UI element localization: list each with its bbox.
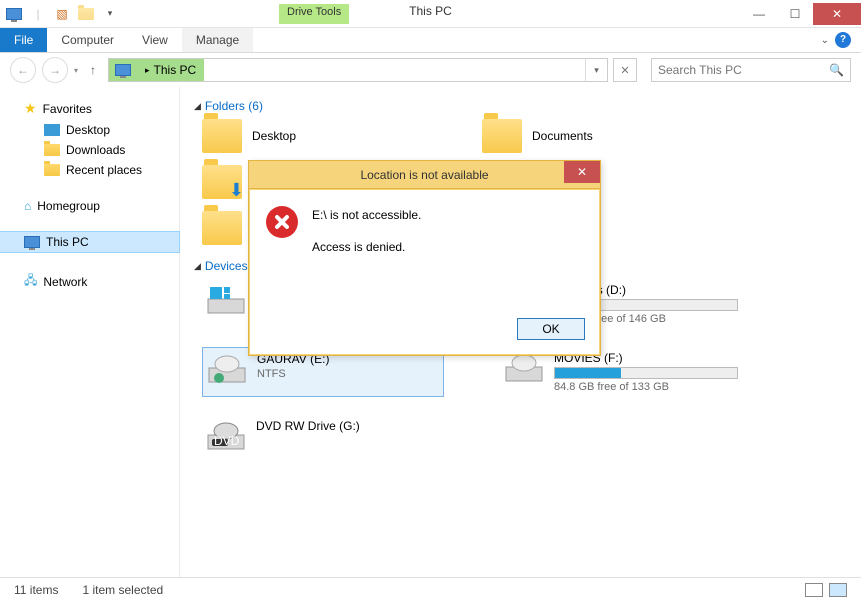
tree-homegroup[interactable]: ⌂ Homegroup — [0, 196, 179, 216]
tree-downloads[interactable]: Downloads — [0, 140, 179, 160]
tab-file[interactable]: File — [0, 28, 47, 52]
dialog-titlebar[interactable]: Location is not available ✕ — [249, 161, 600, 189]
tree-this-pc[interactable]: This PC — [0, 231, 180, 253]
search-icon[interactable]: 🔍 — [829, 63, 844, 77]
history-dropdown-icon[interactable]: ▾ — [74, 66, 78, 75]
app-icon — [4, 4, 24, 24]
details-view-button[interactable] — [805, 583, 823, 597]
error-icon — [266, 206, 298, 238]
tree-label: Recent places — [66, 163, 142, 177]
dvd-icon: DVD — [206, 419, 246, 453]
folder-icon — [44, 164, 60, 176]
drive-free-label: 84.8 GB free of 133 GB — [554, 381, 738, 393]
title-bar: | ▧ ▾ Drive Tools This PC — ☐ ✕ — [0, 0, 861, 28]
homegroup-icon: ⌂ — [24, 199, 31, 213]
tree-label: Network — [43, 275, 87, 289]
status-bar: 11 items 1 item selected — [0, 577, 861, 601]
pc-icon — [24, 236, 40, 248]
window-controls: — ☐ ✕ — [741, 3, 861, 25]
drive-icon — [206, 283, 246, 317]
star-icon: ★ — [24, 100, 37, 117]
drive-icon — [504, 351, 544, 385]
window-title: This PC — [0, 4, 861, 18]
section-label: Devices and drives (5) — [205, 259, 249, 273]
drive-icon — [207, 352, 247, 386]
error-dialog: Location is not available ✕ E:\ is not a… — [248, 160, 601, 356]
network-icon: 🖧 — [24, 271, 37, 292]
quick-access-toolbar: | ▧ ▾ — [0, 0, 124, 27]
tab-manage[interactable]: Manage — [182, 28, 253, 52]
folder-icon — [44, 144, 60, 156]
status-item-count: 11 items — [14, 583, 58, 597]
status-selected-count: 1 item selected — [82, 583, 163, 597]
navigation-pane: ★ Favorites Desktop Downloads Recent plac… — [0, 87, 180, 577]
dialog-message-2: Access is denied. — [312, 240, 421, 254]
address-crumb[interactable]: ▸This PC — [137, 59, 204, 81]
tree-label: Favorites — [43, 102, 92, 116]
section-label: Folders (6) — [205, 99, 263, 113]
capacity-bar — [554, 367, 738, 379]
tree-recent[interactable]: Recent places — [0, 160, 179, 180]
close-button[interactable]: ✕ — [813, 3, 861, 25]
tree-label: Homegroup — [37, 199, 100, 213]
tree-favorites[interactable]: ★ Favorites — [0, 97, 179, 120]
search-box[interactable]: 🔍 — [651, 58, 851, 82]
desktop-icon — [44, 124, 60, 136]
collapse-icon: ◢ — [194, 101, 201, 112]
folder-documents[interactable]: Documents — [482, 119, 702, 153]
tiles-view-button[interactable] — [829, 583, 847, 597]
back-button[interactable]: ← — [10, 57, 36, 83]
address-bar[interactable]: ▸This PC ▾ — [108, 58, 608, 82]
section-folders-header[interactable]: ◢ Folders (6) — [194, 99, 847, 113]
ribbon-collapse-icon[interactable]: ⌄ — [821, 35, 829, 46]
new-folder-icon[interactable] — [76, 4, 96, 24]
folder-label: Documents — [532, 129, 593, 143]
help-icon[interactable]: ? — [835, 32, 851, 48]
folder-icon — [482, 119, 522, 153]
folder-icon — [202, 211, 242, 245]
tree-label: Desktop — [66, 123, 110, 137]
navigation-bar: ← → ▾ ↑ ▸This PC ▾ ✕ 🔍 — [0, 53, 861, 87]
dialog-close-button[interactable]: ✕ — [564, 161, 600, 183]
folder-icon: ⬇ — [202, 165, 242, 199]
address-dropdown-icon[interactable]: ▾ — [585, 59, 607, 81]
dialog-title-text: Location is not available — [360, 168, 488, 182]
qat-separator: | — [28, 4, 48, 24]
qat-dropdown-icon[interactable]: ▾ — [100, 4, 120, 24]
refresh-button[interactable]: ✕ — [613, 58, 637, 82]
address-icon — [109, 59, 137, 81]
dialog-message-1: E:\ is not accessible. — [312, 208, 421, 222]
folder-label: Desktop — [252, 129, 296, 143]
minimize-button[interactable]: — — [741, 3, 777, 25]
address-empty[interactable] — [204, 59, 585, 81]
drive-sub-label: NTFS — [257, 368, 439, 380]
tab-computer[interactable]: Computer — [47, 28, 128, 52]
up-button[interactable]: ↑ — [84, 61, 102, 79]
tree-label: Downloads — [66, 143, 125, 157]
ribbon-tabs: File Computer View Manage ⌄ ? — [0, 28, 861, 53]
search-input[interactable] — [658, 63, 829, 77]
tree-network[interactable]: 🖧 Network — [0, 268, 179, 295]
svg-text:DVD: DVD — [214, 434, 240, 448]
drive-label: DVD RW Drive (G:) — [256, 419, 440, 433]
maximize-button[interactable]: ☐ — [777, 3, 813, 25]
tab-view[interactable]: View — [128, 28, 182, 52]
folder-icon — [202, 119, 242, 153]
collapse-icon: ◢ — [194, 261, 201, 272]
drive-g[interactable]: DVD DVD RW Drive (G:) — [202, 415, 444, 457]
ok-button[interactable]: OK — [517, 318, 585, 340]
tree-label: This PC — [46, 235, 89, 249]
address-crumb-label: This PC — [154, 63, 197, 77]
forward-button[interactable]: → — [42, 57, 68, 83]
contextual-tab-label: Drive Tools — [279, 4, 349, 24]
properties-icon[interactable]: ▧ — [52, 4, 72, 24]
folder-desktop[interactable]: Desktop — [202, 119, 422, 153]
tree-desktop[interactable]: Desktop — [0, 120, 179, 140]
